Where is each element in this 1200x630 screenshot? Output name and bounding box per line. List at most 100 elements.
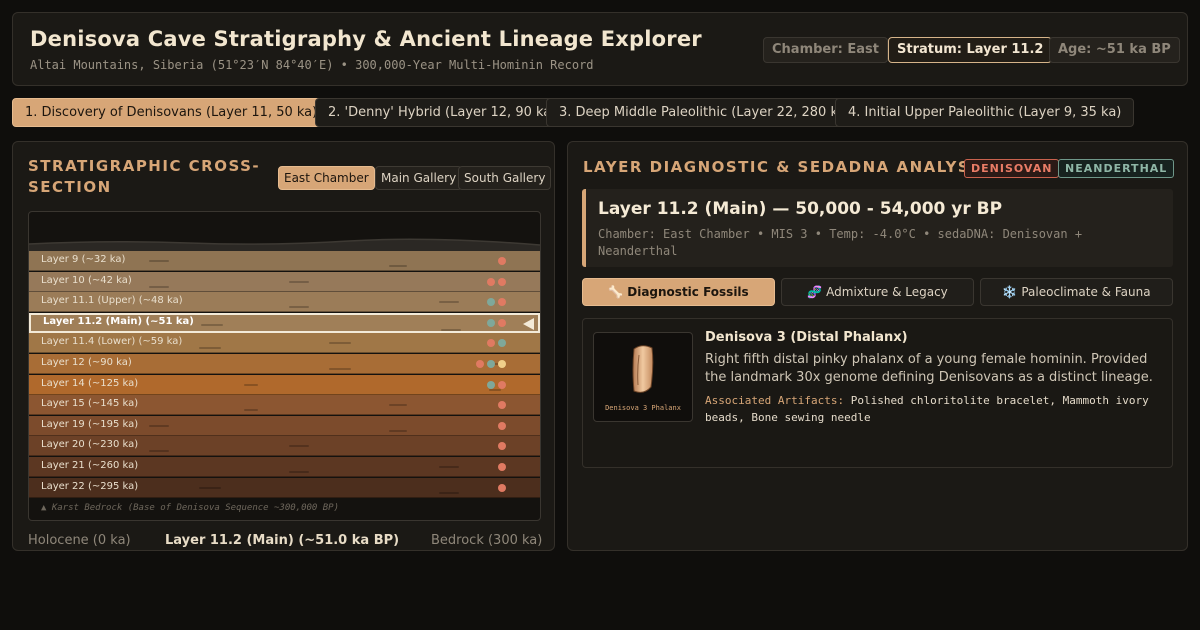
fossil-card: Denisova 3 Phalanx Denisova 3 (Distal Ph… [582,318,1173,468]
panel-title-line: STRATIGRAPHIC CROSS- [28,157,261,175]
chamber-main-button[interactable]: Main Gallery [375,166,463,190]
layer-meta: Chamber: East Chamber • MIS 3 • Temp: -4… [598,227,1083,258]
sediment-streak [289,471,309,473]
layer-row[interactable]: Layer 11.1 (Upper) (~48 ka) [29,292,540,313]
denisovan-marker [487,339,495,348]
stratigraphy-panel: STRATIGRAPHIC CROSS- SECTION East Chambe… [12,141,555,551]
tab-admixture-legacy[interactable]: 🧬 Admixture & Legacy [781,278,974,306]
layer-label: Layer 9 (~32 ka) [41,254,126,265]
neanderthal-marker [487,380,495,389]
fossil-description: Right fifth distal pinky phalanx of a yo… [705,352,1153,385]
bone-icon: 🦴 [608,285,624,299]
layer-row[interactable]: Layer 14 (~125 ka) [29,374,540,395]
layer-label: Layer 11.4 (Lower) (~59 ka) [41,336,183,348]
selection-arrow-icon [523,317,534,330]
stratum-pill: Stratum: Layer 11.2 [888,37,1053,63]
sediment-streak [244,409,258,412]
denisovan-marker [487,277,495,286]
app-title: Denisova Cave Stratigraphy & Ancient Lin… [30,27,702,51]
scale-start-label: Holocene (0 ka) [28,533,131,548]
fossil-artifacts: Associated Artifacts: Polished chloritol… [705,392,1160,426]
layer-row[interactable]: Layer 22 (~295 ka) [29,477,540,498]
layer-row[interactable]: Layer 11.4 (Lower) (~59 ka) [29,333,540,354]
surface-terrain [29,238,540,254]
fossil-thumbnail: Denisova 3 Phalanx [593,332,693,422]
scenario-tab-denny[interactable]: 2. 'Denny' Hybrid (Layer 12, 90 ka) [315,98,570,127]
tab-label: Diagnostic Fossils [627,285,749,299]
phalanx-bone-icon [632,345,654,393]
layer-label: Layer 11.2 (Main) (~51 ka) [43,315,194,327]
denisovan-marker [498,257,506,265]
sediment-streak [439,491,459,494]
diagnostic-panel: LAYER DIAGNOSTIC & SEDADNA ANALYSIS DENI… [567,141,1188,551]
denisovan-marker [498,277,506,286]
layer-row[interactable]: Layer 10 (~42 ka) [29,271,540,292]
denisovan-marker [498,442,506,451]
layer-label: Layer 21 (~260 ka) [41,460,139,471]
tab-diagnostic-fossils[interactable]: 🦴 Diagnostic Fossils [582,278,775,306]
layer-label: Layer 22 (~295 ka) [41,480,139,492]
neanderthal-badge: NEANDERTHAL [1058,159,1175,178]
sediment-streak [439,301,459,304]
denisovan-badge: DENISOVAN [964,159,1060,178]
stratigraphy-panel-title: STRATIGRAPHIC CROSS- SECTION [28,156,260,198]
layer-label: Layer 10 (~42 ka) [41,274,132,286]
layer-label: Layer 19 (~195 ka) [41,418,139,430]
layer-row[interactable]: Layer 21 (~260 ka) [29,457,540,477]
denisovan-marker [476,360,484,368]
layer-label: Layer 14 (~125 ka) [41,377,139,389]
sediment-streak [201,323,223,326]
scenario-tab-discovery[interactable]: 1. Discovery of Denisovans (Layer 11, 50… [12,98,331,127]
sediment-streak [389,265,407,267]
chamber-south-button[interactable]: South Gallery [458,166,552,190]
scenario-tab-upper-paleolithic[interactable]: 4. Initial Upper Paleolithic (Layer 9, 3… [835,98,1135,127]
sediment-streak [489,388,501,391]
sediment-streak [389,429,407,432]
neanderthal-marker [487,318,495,327]
sediment-streak [199,347,221,350]
sediment-streak [329,342,351,345]
sediment-streak [199,486,221,489]
denisovan-marker [498,421,506,430]
layer-label: Layer 15 (~145 ka) [41,398,139,410]
sediment-streak [149,260,169,262]
layer-row[interactable]: Layer 19 (~195 ka) [29,415,540,436]
sediment-streak [389,404,407,407]
sediment-streak [149,285,169,288]
tab-label: Paleoclimate & Fauna [1021,285,1151,299]
denisovan-marker [498,463,506,471]
sediment-streak [439,466,459,468]
snowflake-icon: ❄️ [1002,285,1018,299]
layer-row[interactable]: Layer 12 (~90 ka) [29,354,540,374]
denisovan-marker [498,380,506,389]
layer-label: Layer 20 (~230 ka) [41,439,139,451]
sediment-streak [329,368,351,370]
sediment-streak [289,280,309,283]
bedrock-label: ▲ Karst Bedrock (Base of Denisova Sequen… [41,503,340,513]
layer-row[interactable]: Layer 9 (~32 ka) [29,251,540,271]
layer-row-selected[interactable]: Layer 11.2 (Main) (~51 ka) [29,312,540,333]
denisovan-marker [498,318,506,327]
chamber-east-button[interactable]: East Chamber [278,166,375,190]
diagnostic-panel-title: LAYER DIAGNOSTIC & SEDADNA ANALYSIS [583,158,990,176]
layer-row[interactable]: Layer 15 (~145 ka) [29,395,540,416]
scale-current-label: Layer 11.2 (Main) (~51.0 ka BP) [165,533,400,548]
scale-end-label: Bedrock (300 ka) [431,533,543,548]
denisovan-marker [498,298,506,307]
artifacts-label: Associated Artifacts: [705,394,845,407]
age-pill: Age: ~51 ka BP [1049,37,1180,63]
sediment-streak [289,306,309,309]
layer-heading: Layer 11.2 (Main) — 50,000 - 54,000 yr B… [598,199,1003,219]
dna-icon: 🧬 [807,285,823,299]
app-header: Denisova Cave Stratigraphy & Ancient Lin… [12,12,1188,86]
layer-row[interactable]: Layer 20 (~230 ka) [29,436,540,457]
neanderthal-marker [498,339,506,348]
chamber-pill: Chamber: East [763,37,888,63]
denisovan-marker [498,401,506,410]
sediment-streak [149,424,169,427]
scenario-tab-deep-middle[interactable]: 3. Deep Middle Paleolithic (Layer 22, 28… [546,98,864,127]
tab-label: Admixture & Legacy [826,285,948,299]
fossil-name: Denisova 3 (Distal Phalanx) [705,330,908,345]
tab-paleoclimate-fauna[interactable]: ❄️ Paleoclimate & Fauna [980,278,1173,306]
denisovan-marker [498,483,506,492]
